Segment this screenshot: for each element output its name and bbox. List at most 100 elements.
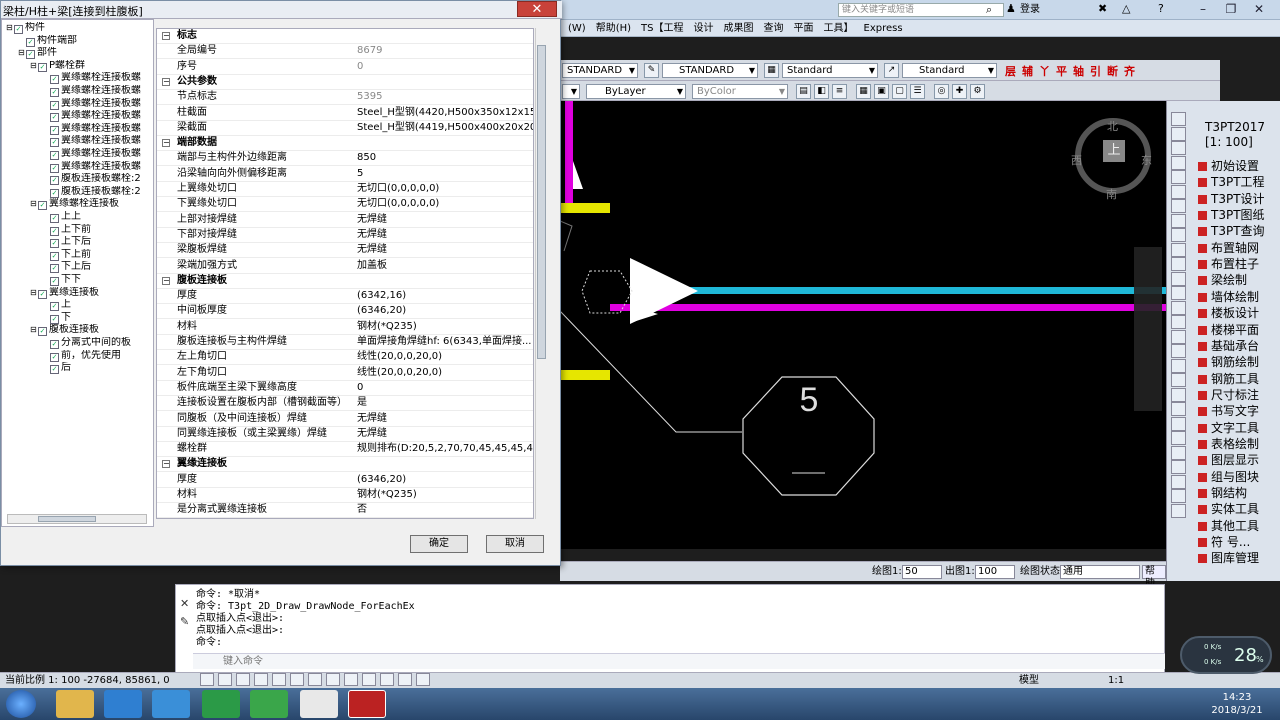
snap-icon[interactable]: ◎: [934, 84, 949, 99]
property-value[interactable]: 线性(20,0,0,20,0): [357, 350, 533, 364]
status-toggle-icon[interactable]: [308, 673, 322, 686]
dim-style-combo[interactable]: STANDARD ▼: [662, 63, 758, 78]
tree-collapse-icon[interactable]: ⊟: [18, 47, 26, 59]
draw-tool-icon[interactable]: [1171, 155, 1186, 170]
menu-item[interactable]: 查询: [764, 20, 784, 36]
property-category[interactable]: − 标志: [157, 29, 533, 44]
draw-tool-icon[interactable]: [1171, 257, 1186, 271]
property-value[interactable]: 是: [357, 396, 533, 410]
t3-quick-button[interactable]: 层: [1005, 63, 1016, 79]
draw-tool-icon[interactable]: [1171, 228, 1186, 242]
property-row[interactable]: 中间板厚度 (6346,20): [157, 304, 533, 320]
status-toggle-icon[interactable]: [380, 673, 394, 686]
tree-node[interactable]: ✓ 腹板连接板螺栓:2: [42, 186, 154, 198]
tree-node[interactable]: ✓ 下下: [42, 274, 154, 286]
property-row[interactable]: 序号 0: [157, 60, 533, 75]
property-row[interactable]: 上部对接焊缝 无焊缝: [157, 213, 533, 228]
tree-checkbox[interactable]: ✓: [50, 264, 59, 274]
color-combo-tail[interactable]: ▼: [562, 84, 580, 99]
dialog-close-button[interactable]: ✕: [517, 1, 557, 17]
tree-checkbox[interactable]: ✓: [50, 138, 59, 148]
screen-menu-item[interactable]: 图库管理: [1198, 550, 1259, 566]
property-value[interactable]: 单面焊接角焊缝hf: 6(6343,单面焊接...: [357, 335, 533, 349]
screen-menu-item[interactable]: 尺寸标注: [1198, 387, 1259, 403]
login-link[interactable]: 登录: [1020, 3, 1040, 17]
status-toggle-icon[interactable]: [254, 673, 268, 686]
status-toggle-icon[interactable]: [290, 673, 304, 686]
draw-tool-icon[interactable]: [1171, 184, 1186, 199]
tree-node[interactable]: ✓ 翼缘螺栓连接板螺: [42, 161, 154, 173]
draw-tool-icon[interactable]: [1171, 373, 1186, 387]
status-toggle-icon[interactable]: [272, 673, 286, 686]
draw-tool-icon[interactable]: [1171, 489, 1186, 503]
screen-menu-item[interactable]: 书写文字: [1198, 403, 1259, 419]
tree-collapse-icon[interactable]: ⊟: [30, 287, 38, 299]
draw-tool-icon[interactable]: [1171, 344, 1186, 358]
calc-icon[interactable]: ✚: [952, 84, 967, 99]
screen-menu-item[interactable]: 楼梯平面: [1198, 322, 1259, 338]
ie-icon[interactable]: [104, 690, 142, 718]
status-toggle-icon[interactable]: [362, 673, 376, 686]
property-value[interactable]: (6346,20): [357, 304, 533, 318]
t3-quick-button[interactable]: 丫: [1039, 63, 1050, 79]
tree-node[interactable]: ⊟ ✓ P螺栓群: [30, 60, 154, 72]
tree-node[interactable]: ✓ 下上前: [42, 249, 154, 261]
tree-checkbox[interactable]: ✓: [50, 302, 59, 312]
property-row[interactable]: 螺栓群 规则排布(D:20,5,2,70,70,45,45,45,45): [157, 442, 533, 458]
table-style-combo[interactable]: Standard ▼: [782, 63, 878, 78]
autocad-icon[interactable]: [348, 690, 386, 718]
tree-collapse-icon[interactable]: ⊟: [30, 324, 38, 336]
tree-checkbox[interactable]: ✓: [50, 188, 59, 198]
property-row[interactable]: 端部与主构件外边缘距离 850: [157, 151, 533, 167]
property-row[interactable]: 板件底端至主梁下翼缘高度 0: [157, 381, 533, 396]
property-row[interactable]: 梁截面 Steel_H型钢(4419,H500x400x20x20): [157, 121, 533, 136]
property-value[interactable]: 钢材(*Q235): [357, 320, 533, 334]
menu-item[interactable]: (W): [568, 20, 586, 36]
screen-menu-item[interactable]: 钢结构: [1198, 485, 1247, 501]
draw-tool-icon[interactable]: [1171, 329, 1186, 344]
tree-checkbox[interactable]: ✓: [50, 340, 59, 349]
property-row[interactable]: 材料 钢材(*Q235): [157, 488, 533, 503]
property-value[interactable]: 无焊缝: [357, 213, 533, 227]
viewcube-top-face[interactable]: 上: [1103, 140, 1125, 162]
screen-menu-item[interactable]: 图层显示: [1198, 452, 1259, 468]
menu-item[interactable]: 设计: [694, 20, 714, 36]
screen-menu-item[interactable]: T3PT设计: [1198, 191, 1265, 207]
draw-state-combo[interactable]: 通用: [1060, 565, 1140, 579]
property-vscroll-thumb[interactable]: [537, 45, 546, 359]
menu-item[interactable]: 工具】: [824, 20, 854, 36]
property-value[interactable]: 无焊缝: [357, 412, 533, 426]
tree-checkbox[interactable]: ✓: [14, 25, 23, 34]
property-row[interactable]: 厚度 (6346,20): [157, 473, 533, 488]
tree-checkbox[interactable]: ✓: [50, 352, 59, 362]
close-icon[interactable]: ✕: [180, 597, 189, 610]
mleader-icon[interactable]: ↗: [884, 63, 899, 78]
property-row[interactable]: 同腹板（及中间连接板）焊缝 无焊缝: [157, 412, 533, 427]
property-row[interactable]: 厚度 (6342,16): [157, 289, 533, 305]
property-value[interactable]: 5: [357, 167, 533, 181]
tree-node[interactable]: ✓ 翼缘螺栓连接板螺: [42, 98, 154, 110]
draw-tool-icon[interactable]: [1171, 315, 1186, 329]
draw-tool-icon[interactable]: [1171, 199, 1186, 213]
menu-item[interactable]: 帮助(H): [596, 20, 631, 36]
screen-menu-item[interactable]: 布置轴网: [1198, 240, 1259, 256]
property-value[interactable]: 无切口(0,0,0,0,0): [357, 197, 533, 211]
screen-menu-item[interactable]: T3PT工程: [1198, 174, 1265, 190]
restore-button[interactable]: ❐: [1218, 1, 1244, 18]
tree-checkbox[interactable]: ✓: [50, 163, 59, 173]
tree-node[interactable]: ✓ 下: [42, 312, 154, 324]
screen-menu-item[interactable]: 钢筋工具: [1198, 371, 1259, 387]
model-space-button[interactable]: 模型: [1019, 673, 1039, 688]
screen-menu-item[interactable]: 基础承台: [1198, 338, 1259, 354]
draw-tool-icon[interactable]: [1171, 170, 1186, 184]
draw-tool-icon[interactable]: [1171, 242, 1186, 257]
draw-tool-icon[interactable]: [1171, 141, 1186, 155]
tree-checkbox[interactable]: ✓: [50, 365, 59, 375]
draw-tool-icon[interactable]: [1171, 286, 1186, 300]
tree-checkbox[interactable]: ✓: [50, 226, 59, 236]
dimstyle-icon[interactable]: ✎: [644, 63, 659, 78]
autodesk-a360-icon[interactable]: △: [1122, 2, 1130, 15]
screen-menu-item[interactable]: 表格绘制: [1198, 436, 1259, 452]
property-row[interactable]: 沿梁轴向向外侧偏移距离 5: [157, 167, 533, 182]
draw-tool-icon[interactable]: [1171, 271, 1186, 286]
